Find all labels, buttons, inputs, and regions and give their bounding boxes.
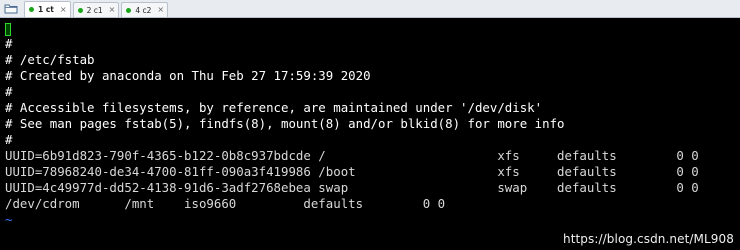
terminal-line: # See man pages fstab(5), findfs(8), mou… [5, 116, 565, 131]
empty-buffer-tilde: ~ [5, 212, 13, 227]
status-dot-icon [29, 7, 34, 12]
terminal-screen[interactable]: # # /etc/fstab # Created by anaconda on … [0, 18, 740, 250]
tab-1-ct[interactable]: 1 ct × [24, 1, 71, 17]
fstab-entry-line: UUID=78968240-de34-4700-81ff-090a3f41998… [5, 164, 699, 179]
status-dot-icon [77, 7, 83, 13]
close-icon[interactable]: × [157, 6, 164, 14]
watermark-text: https://blog.csdn.net/ML908 [562, 232, 734, 246]
folder-icon[interactable] [0, 0, 22, 17]
status-dot-icon [126, 7, 132, 13]
terminal-cursor [5, 23, 11, 36]
fstab-entry-line: UUID=4c49977d-dd52-4138-91d6-3adf2768ebe… [5, 180, 699, 195]
terminal-line: # [5, 132, 13, 147]
tab-label: 4 c2 [135, 5, 152, 15]
terminal-line: # [5, 36, 13, 51]
tab-bar: 1 ct × 2 c1 × 4 c2 × [0, 0, 740, 18]
fstab-entry-line: /dev/cdrom /mnt iso9660 defaults 0 0 [5, 196, 446, 211]
terminal-line: # [5, 84, 13, 99]
terminal-line: # Accessible filesystems, by reference, … [5, 100, 543, 115]
tab-label: 1 ct [38, 5, 54, 14]
tab-2-c1[interactable]: 2 c1 × [72, 2, 120, 17]
tab-4-c2[interactable]: 4 c2 × [121, 2, 169, 17]
terminal-line: # /etc/fstab [5, 52, 95, 67]
tab-label: 2 c1 [86, 5, 103, 15]
terminal-line: # Created by anaconda on Thu Feb 27 17:5… [5, 68, 371, 83]
fstab-entry-line: UUID=6b91d823-790f-4365-b122-0b8c937bdcd… [5, 148, 699, 163]
close-icon[interactable]: × [60, 5, 67, 14]
close-icon[interactable]: × [109, 6, 116, 14]
